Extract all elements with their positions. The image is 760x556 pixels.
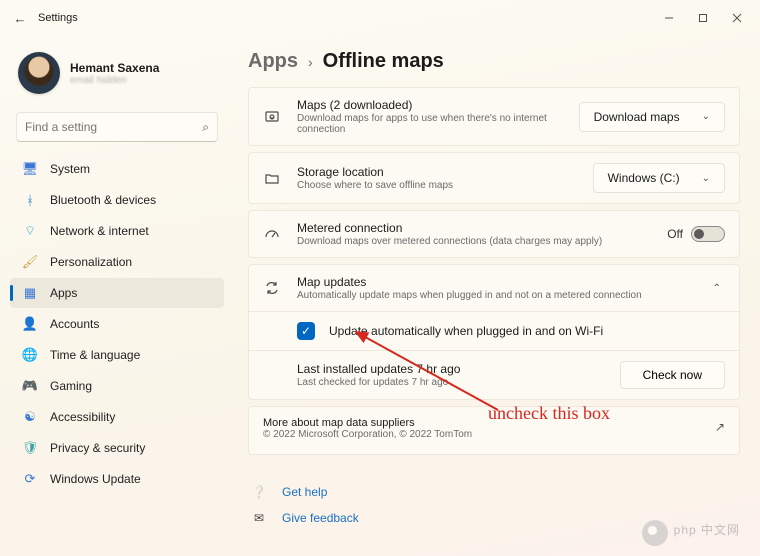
sidebar-item-bluetooth[interactable]: ᚼ Bluetooth & devices (10, 185, 224, 215)
sidebar-item-label: System (50, 162, 90, 176)
about-title: More about map data suppliers (263, 417, 472, 429)
check-now-button[interactable]: Check now (620, 361, 725, 389)
card-map-updates: Map updates Automatically update maps wh… (248, 264, 740, 400)
chevron-up-icon[interactable]: ⌃ (709, 283, 725, 294)
sidebar-item-label: Bluetooth & devices (50, 193, 156, 207)
card-title: Metered connection (297, 221, 653, 235)
maximize-button[interactable] (686, 4, 720, 32)
get-help-link[interactable]: ❔ Get help (248, 479, 740, 505)
sidebar-item-label: Privacy & security (50, 441, 145, 455)
sidebar-item-network[interactable]: ⌔ Network & internet (10, 216, 224, 246)
search-icon: ⌕ (202, 120, 209, 135)
card-title: Map updates (297, 275, 695, 289)
link-label: Get help (282, 485, 327, 499)
sidebar-item-apps[interactable]: ▦ Apps (10, 278, 224, 308)
last-installed-label: Last installed updates 7 hr ago (297, 362, 606, 376)
last-checked-label: Last checked for updates 7 hr ago (297, 377, 606, 388)
folder-icon (261, 170, 283, 186)
sidebar-item-accounts[interactable]: 👤 Accounts (10, 309, 224, 339)
sidebar-item-label: Accounts (50, 317, 99, 331)
avatar (18, 52, 60, 94)
sidebar-item-label: Gaming (50, 379, 92, 393)
checkbox-label: Update automatically when plugged in and… (329, 324, 725, 338)
card-maps: Maps (2 downloaded) Download maps for ap… (248, 87, 740, 146)
sidebar-item-accessibility[interactable]: ☯ Accessibility (10, 402, 224, 432)
card-metered: Metered connection Download maps over me… (248, 210, 740, 258)
accessibility-icon: ☯ (22, 409, 38, 425)
chevron-down-icon: ⌄ (698, 173, 714, 184)
storage-drive-dropdown[interactable]: Windows (C:) ⌄ (593, 163, 725, 193)
sidebar-item-label: Network & internet (50, 224, 149, 238)
give-feedback-link[interactable]: ✉ Give feedback (248, 505, 740, 531)
metered-toggle[interactable] (691, 226, 725, 242)
gamepad-icon: 🎮 (22, 378, 38, 394)
card-desc: Download maps for apps to use when there… (297, 113, 565, 135)
feedback-icon: ✉ (250, 511, 268, 525)
user-account[interactable]: Hemant Saxena email hidden (10, 36, 224, 112)
system-icon: 🖥 (22, 161, 38, 177)
card-title: Storage location (297, 165, 579, 179)
minimize-button[interactable] (652, 4, 686, 32)
sidebar-item-system[interactable]: 🖥 System (10, 154, 224, 184)
card-desc: Download maps over metered connections (… (297, 236, 653, 247)
about-copyright: © 2022 Microsoft Corporation, © 2022 Tom… (263, 429, 472, 440)
chevron-right-icon: › (308, 54, 313, 70)
search-box[interactable]: ⌕ (16, 112, 218, 142)
card-desc: Automatically update maps when plugged i… (297, 290, 695, 301)
map-pin-icon (261, 109, 283, 125)
bluetooth-icon: ᚼ (22, 192, 38, 208)
sidebar-item-gaming[interactable]: 🎮 Gaming (10, 371, 224, 401)
card-storage: Storage location Choose where to save of… (248, 152, 740, 204)
sidebar-item-time[interactable]: 🌐 Time & language (10, 340, 224, 370)
main-content: Apps › Offline maps Maps (2 downloaded) … (230, 36, 760, 556)
sidebar-item-label: Apps (50, 286, 77, 300)
button-label: Download maps (594, 110, 680, 124)
page-title: Offline maps (323, 50, 444, 73)
breadcrumb: Apps › Offline maps (248, 50, 740, 73)
back-button[interactable]: ← (6, 11, 34, 26)
search-input[interactable] (25, 120, 202, 134)
sidebar-item-update[interactable]: ⟳ Windows Update (10, 464, 224, 494)
sidebar-item-label: Windows Update (50, 472, 141, 486)
sidebar-item-privacy[interactable]: 🛡 Privacy & security (10, 433, 224, 463)
wifi-icon: ⌔ (22, 223, 38, 239)
person-icon: 👤 (22, 316, 38, 332)
titlebar: ← Settings (0, 0, 760, 36)
toggle-label: Off (667, 227, 683, 241)
card-title: Maps (2 downloaded) (297, 98, 565, 112)
card-about[interactable]: More about map data suppliers © 2022 Mic… (248, 406, 740, 455)
help-links: ❔ Get help ✉ Give feedback (248, 479, 740, 531)
apps-icon: ▦ (22, 285, 38, 301)
external-link-icon: ↗ (715, 417, 725, 434)
button-label: Check now (643, 368, 702, 382)
auto-update-checkbox[interactable]: ✓ (297, 322, 315, 340)
user-email: email hidden (70, 75, 159, 86)
sync-icon (261, 280, 283, 296)
breadcrumb-parent[interactable]: Apps (248, 50, 298, 73)
brush-icon: 🖌 (22, 254, 38, 270)
sidebar-item-label: Time & language (50, 348, 140, 362)
sidebar-item-label: Personalization (50, 255, 132, 269)
sidebar-item-label: Accessibility (50, 410, 115, 424)
update-icon: ⟳ (22, 471, 38, 487)
close-button[interactable] (720, 4, 754, 32)
globe-icon: 🌐 (22, 347, 38, 363)
chevron-down-icon: ⌄ (698, 111, 714, 122)
sidebar: Hemant Saxena email hidden ⌕ 🖥 System ᚼ Bl… (0, 36, 230, 556)
link-label: Give feedback (282, 511, 359, 525)
nav-list: 🖥 System ᚼ Bluetooth & devices ⌔ Network & … (10, 154, 224, 494)
help-icon: ❔ (250, 485, 268, 499)
window-title: Settings (38, 12, 78, 24)
card-desc: Choose where to save offline maps (297, 180, 579, 191)
sidebar-item-personalization[interactable]: 🖌 Personalization (10, 247, 224, 277)
button-label: Windows (C:) (608, 171, 680, 185)
user-name: Hemant Saxena (70, 61, 159, 75)
shield-icon: 🛡 (22, 440, 38, 456)
meter-icon (261, 226, 283, 242)
download-maps-button[interactable]: Download maps ⌄ (579, 102, 725, 132)
